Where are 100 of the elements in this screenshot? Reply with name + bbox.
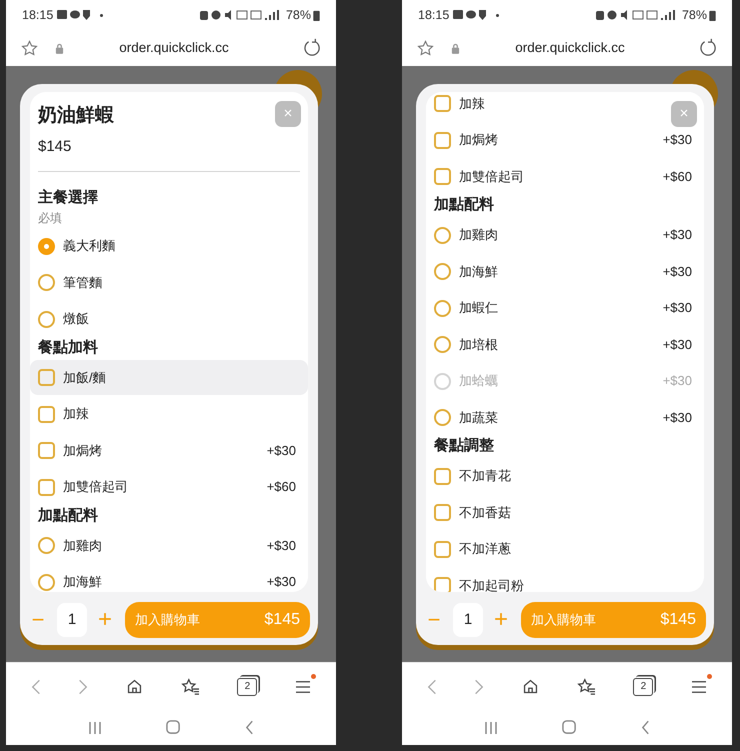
option-price: +$30 [662, 262, 692, 281]
option-label: 加辣 [63, 405, 89, 424]
home-button-icon[interactable] [166, 720, 181, 735]
required-note: 必填 [37, 210, 63, 227]
radio-button[interactable] [38, 537, 55, 554]
option-label: 加雞肉 [63, 536, 102, 555]
radio-button[interactable] [434, 263, 451, 280]
checkbox[interactable] [434, 468, 451, 484]
back-icon[interactable] [245, 720, 254, 735]
radio-button[interactable] [38, 574, 55, 590]
back-icon[interactable] [30, 678, 41, 696]
home-icon[interactable] [522, 678, 540, 695]
option-label: 加飯/麵 [63, 368, 106, 387]
tabs-button[interactable]: 2 [237, 678, 258, 696]
option-label: 加焗烤 [459, 131, 498, 150]
status-time: 18:15 [418, 6, 450, 24]
radio-button[interactable] [38, 238, 55, 254]
star-icon[interactable] [20, 38, 39, 58]
battery-percent: 78% [286, 6, 311, 24]
option-row[interactable]: 加飯/麵 [30, 360, 308, 395]
section-title: 加點配料 [36, 506, 99, 526]
url-text[interactable]: order.quickclick.cc [64, 38, 284, 58]
total-price: $145 [264, 610, 300, 630]
option-price: +$30 [266, 442, 296, 460]
button-label: 加入購物車 [531, 611, 596, 630]
checkbox[interactable] [38, 442, 55, 459]
reload-icon[interactable] [698, 38, 718, 58]
option-label: 不加洋蔥 [459, 540, 511, 558]
option-label: 加蝦仁 [459, 299, 498, 318]
option-label: 加蔬菜 [459, 408, 498, 427]
option-label: 加雞肉 [459, 226, 498, 244]
quantity-field[interactable]: 1 [453, 603, 483, 637]
option-label: 不加香菇 [459, 504, 511, 522]
status-time: 18:15 [22, 6, 54, 24]
radio-button[interactable] [38, 310, 55, 328]
lock-icon [451, 42, 460, 54]
section-title: 餐點加料 [37, 338, 99, 358]
radio-button[interactable] [434, 226, 451, 244]
option-price: +$30 [662, 299, 692, 318]
back-icon[interactable] [426, 678, 437, 696]
radio-button[interactable] [434, 300, 451, 316]
recents-icon[interactable] [88, 720, 102, 734]
total-price: $145 [660, 610, 696, 630]
option-label: 加培根 [459, 336, 498, 354]
radio-button[interactable] [38, 274, 55, 291]
battery-icon [313, 10, 320, 20]
quantity-field[interactable]: 1 [57, 603, 87, 637]
checkbox[interactable] [434, 168, 451, 185]
radio-button[interactable] [434, 336, 451, 353]
checkbox[interactable] [434, 132, 451, 148]
option-label: 筆管麵 [63, 274, 102, 292]
button-label: 加入購物車 [135, 611, 200, 630]
home-icon[interactable] [126, 678, 144, 695]
bookmarks-icon[interactable] [180, 678, 200, 695]
option-price: +$30 [662, 226, 692, 244]
option-label: 加海鮮 [63, 573, 102, 592]
recents-icon[interactable] [484, 720, 498, 734]
option-price: +$60 [662, 168, 692, 186]
option-label: 義大利麵 [63, 237, 115, 256]
section-title: 主餐選擇 [37, 188, 99, 208]
battery-icon [709, 10, 716, 20]
back-icon[interactable] [641, 720, 650, 735]
bookmarks-icon[interactable] [576, 678, 596, 695]
option-label: 不加青花 [459, 467, 511, 486]
option-label: 燉飯 [63, 310, 89, 328]
checkbox[interactable] [38, 369, 55, 386]
option-price: +$30 [266, 536, 296, 555]
home-button-icon[interactable] [562, 720, 577, 735]
option-label: 加海鮮 [459, 262, 498, 281]
section-title: 加點配料 [432, 195, 495, 215]
option-price: +$30 [662, 131, 692, 150]
checkbox[interactable] [434, 95, 451, 112]
forward-icon[interactable] [78, 678, 88, 696]
checkbox[interactable] [38, 406, 55, 422]
option-price: +$60 [266, 478, 296, 496]
tabs-button[interactable]: 2 [633, 678, 654, 696]
battery-percent: 78% [682, 6, 707, 24]
radio-button[interactable] [434, 409, 451, 426]
lock-icon [55, 42, 64, 54]
reload-icon[interactable] [302, 38, 322, 58]
option-label: 加雙倍起司 [63, 478, 128, 496]
option-label: 加焗烤 [63, 442, 102, 460]
checkbox[interactable] [38, 478, 55, 496]
option-price: +$30 [266, 573, 296, 592]
menu-icon[interactable] [295, 680, 312, 694]
checkbox[interactable] [434, 577, 451, 592]
option-label: 加辣 [459, 94, 485, 113]
option-label: 加蛤蠣 [459, 372, 498, 390]
option-price: +$30 [662, 408, 692, 427]
option-label: 不加起司粉 [459, 576, 524, 592]
option-label: 加雙倍起司 [459, 168, 524, 186]
star-icon[interactable] [416, 38, 435, 58]
item-price: $145 [38, 137, 72, 157]
url-text[interactable]: order.quickclick.cc [460, 38, 680, 58]
menu-icon[interactable] [691, 680, 708, 694]
checkbox[interactable] [434, 540, 451, 558]
checkbox[interactable] [434, 504, 451, 521]
section-title: 餐點調整 [433, 436, 495, 456]
option-price: +$30 [662, 372, 692, 390]
forward-icon[interactable] [474, 678, 484, 696]
